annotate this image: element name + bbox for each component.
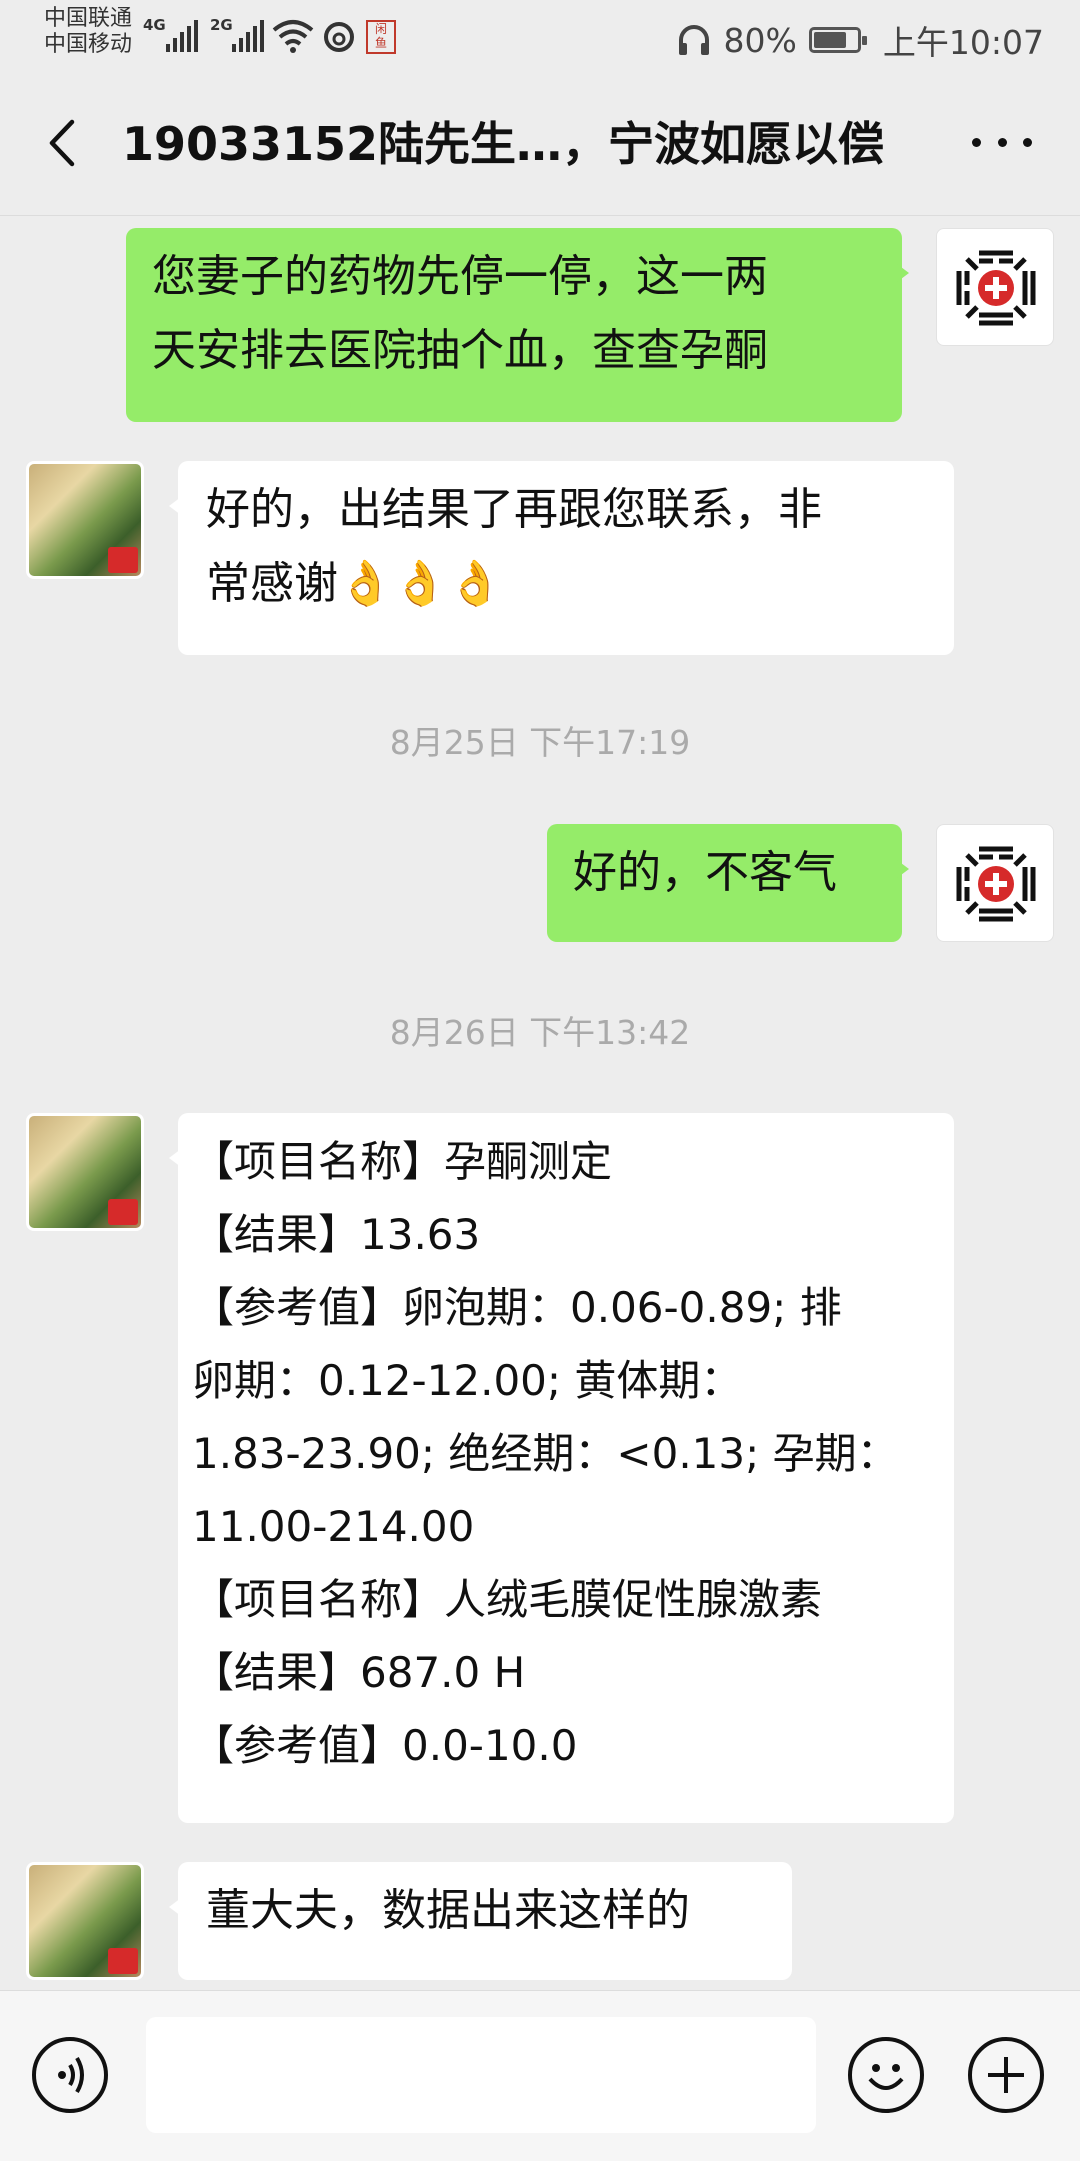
report-line: 【结果】13.63 bbox=[192, 1210, 481, 1259]
bagua-logo-icon bbox=[956, 846, 1036, 922]
signal-strength-icon bbox=[166, 18, 198, 52]
message-bubble-incoming[interactable]: 好的，出结果了再跟您联系，非 常感谢👌👌👌 bbox=[169, 461, 954, 655]
flag-icon bbox=[108, 547, 138, 573]
carrier-names: 中国联通 中国移动 bbox=[44, 6, 132, 58]
flag-icon bbox=[108, 1948, 138, 1974]
chat-header: 19033152陆先生…，宁波如愿以偿 bbox=[0, 72, 1080, 216]
weibo-notification-icon bbox=[324, 22, 354, 52]
carrier-1: 中国联通 bbox=[44, 6, 133, 31]
message-input[interactable] bbox=[146, 2017, 816, 2133]
message-line: 好的，不客气 bbox=[573, 847, 837, 898]
patient-avatar[interactable] bbox=[26, 1113, 144, 1231]
battery-percent: 80% bbox=[723, 20, 797, 60]
battery-icon bbox=[808, 27, 867, 53]
bagua-logo-icon bbox=[956, 250, 1036, 326]
back-arrow-icon[interactable] bbox=[40, 118, 90, 168]
report-line: 卵期：0.12-12.00; 黄体期： bbox=[192, 1356, 743, 1405]
report-line: 【参考值】0.0-10.0 bbox=[192, 1721, 578, 1770]
patient-avatar[interactable] bbox=[26, 1862, 144, 1980]
report-line: 【项目名称】人绒毛膜促性腺激素 bbox=[192, 1575, 823, 1624]
more-options-icon[interactable] bbox=[972, 132, 1032, 152]
battery-level-fill bbox=[813, 32, 846, 48]
voice-input-button[interactable] bbox=[32, 2037, 108, 2113]
message-line: 好的，出结果了再跟您联系，非 bbox=[206, 484, 822, 535]
message-bubble-outgoing[interactable]: 您妻子的药物先停一停，这一两 天安排去医院抽个血，查查孕酮 bbox=[126, 228, 909, 422]
sim1-network-label: 4G bbox=[143, 16, 166, 34]
status-right: 80% 上午10:07 bbox=[676, 16, 1044, 64]
add-button[interactable] bbox=[968, 2037, 1044, 2113]
carrier-2: 中国移动 bbox=[44, 32, 133, 57]
wifi-icon bbox=[272, 20, 314, 53]
clock: 上午10:07 bbox=[882, 23, 1044, 62]
patient-avatar[interactable] bbox=[26, 461, 144, 579]
report-line: 11.00-214.00 bbox=[192, 1502, 475, 1551]
message-bubble-outgoing[interactable]: 好的，不客气 bbox=[547, 824, 909, 942]
voice-icon bbox=[58, 2056, 84, 2094]
chat-timestamp: 8月26日 下午13:42 bbox=[389, 1013, 691, 1052]
app-notification-icon: 闲鱼 bbox=[366, 20, 396, 54]
headphones-icon bbox=[678, 25, 709, 55]
status-bar: 中国联通 中国移动 4G 2G 闲鱼 80% 上午10:07 bbox=[0, 0, 1080, 72]
input-bar bbox=[0, 1990, 1080, 2161]
message-line: 常感谢👌👌👌 bbox=[206, 558, 503, 609]
flag-icon bbox=[108, 1199, 138, 1225]
message-line: 天安排去医院抽个血，查查孕酮 bbox=[152, 325, 768, 376]
doctor-avatar[interactable] bbox=[936, 228, 1054, 346]
chat-title: 19033152陆先生…，宁波如愿以偿 bbox=[122, 117, 885, 171]
emoji-button[interactable] bbox=[848, 2037, 924, 2113]
lab-report-message[interactable]: 【项目名称】孕酮测定 【结果】13.63 【参考值】卵泡期：0.06-0.89;… bbox=[169, 1113, 954, 1823]
plus-icon bbox=[988, 2057, 1024, 2093]
message-line: 您妻子的药物先停一停，这一两 bbox=[152, 251, 768, 302]
report-line: 【项目名称】孕酮测定 bbox=[192, 1137, 613, 1186]
doctor-avatar[interactable] bbox=[936, 824, 1054, 942]
report-line: 【参考值】卵泡期：0.06-0.89; 排 bbox=[192, 1283, 842, 1332]
emoji-icon bbox=[868, 2064, 904, 2090]
report-line: 【结果】687.0 H bbox=[192, 1648, 526, 1697]
chat-timestamp: 8月25日 下午17:19 bbox=[389, 723, 691, 762]
signal-strength-2-icon bbox=[232, 18, 264, 52]
message-line: 董大夫，数据出来这样的 bbox=[206, 1885, 690, 1936]
message-bubble-incoming[interactable]: 董大夫，数据出来这样的 bbox=[169, 1862, 792, 1980]
sim2-network-label: 2G bbox=[210, 16, 233, 34]
report-line: 1.83-23.90; 绝经期：<0.13; 孕期： bbox=[192, 1429, 899, 1478]
